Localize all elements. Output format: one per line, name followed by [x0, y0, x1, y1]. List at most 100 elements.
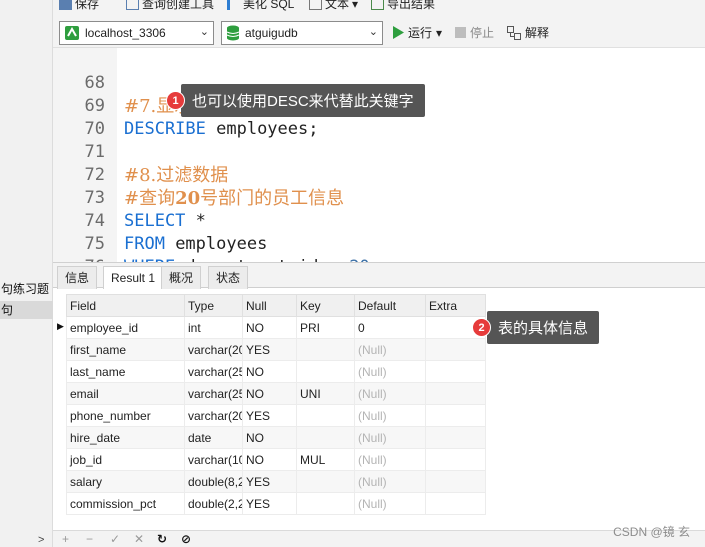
run-button[interactable]: 运行 ▾	[392, 24, 442, 41]
text-button[interactable]: 文本 ▾	[309, 0, 358, 12]
table-cell[interactable]: varchar(20)	[184, 338, 243, 361]
column-header[interactable]: Key	[296, 294, 355, 317]
sidebar-item-selected[interactable]: 句	[0, 301, 53, 319]
table-cell[interactable]: NO	[242, 382, 297, 405]
add-record-icon[interactable]: +	[62, 531, 69, 547]
table-cell[interactable]: commission_pct	[66, 492, 185, 515]
table-cell[interactable]: (Null)	[354, 448, 426, 471]
table-cell[interactable]: (Null)	[354, 338, 426, 361]
expand-arrow-icon[interactable]: >	[38, 534, 44, 546]
table-cell[interactable]: PRI	[296, 316, 355, 339]
tab-status[interactable]: 状态	[208, 266, 249, 289]
table-cell[interactable]: (Null)	[354, 426, 426, 449]
table-cell[interactable]	[425, 448, 486, 471]
text-label: 文本	[325, 0, 350, 11]
sidebar-item-exercise[interactable]: 句练习题	[0, 280, 53, 297]
table-cell[interactable]: job_id	[66, 448, 185, 471]
annotation-number: 1	[166, 91, 185, 110]
database-select[interactable]: atguigudb ⌄	[221, 21, 383, 45]
annotation-text: 也可以使用DESC来代替此关键字	[181, 84, 425, 117]
table-row[interactable]: phone_numbervarchar(20)YES (Null)	[66, 404, 486, 427]
table-cell[interactable]: 0	[354, 316, 426, 339]
refresh-icon[interactable]: ↻	[157, 531, 167, 547]
table-cell[interactable]: first_name	[66, 338, 185, 361]
column-header[interactable]: Default	[354, 294, 426, 317]
tab-overview[interactable]: 概况	[161, 266, 202, 289]
table-cell[interactable]	[296, 492, 355, 515]
apply-changes-icon[interactable]: ✓	[110, 531, 120, 547]
table-row[interactable]: employee_id int NO PRI 0	[66, 316, 486, 339]
tab-result-1[interactable]: Result 1	[103, 266, 164, 290]
table-cell[interactable]: varchar(25)	[184, 382, 243, 405]
table-cell[interactable]: salary	[66, 470, 185, 493]
delete-record-icon[interactable]: −	[86, 531, 93, 547]
table-cell[interactable]: varchar(10)	[184, 448, 243, 471]
table-cell[interactable]: YES	[242, 404, 297, 427]
current-row-indicator-icon: ▶	[57, 321, 64, 331]
chevron-down-icon: ⌄	[199, 26, 209, 38]
query-builder-button[interactable]: 查询创建工具	[126, 0, 214, 12]
stop-icon[interactable]: ⊘	[181, 531, 191, 547]
table-row[interactable]: salarydouble(8,2)YES (Null)	[66, 470, 486, 493]
column-header[interactable]: Field	[66, 294, 185, 317]
table-cell[interactable]	[296, 338, 355, 361]
table-row[interactable]: last_namevarchar(25)NO (Null)	[66, 360, 486, 383]
table-cell[interactable]	[296, 404, 355, 427]
table-cell[interactable]: (Null)	[354, 492, 426, 515]
table-row[interactable]: commission_pctdouble(2,2)YES (Null)	[66, 492, 486, 515]
connection-select[interactable]: localhost_3306 ⌄	[59, 21, 214, 45]
table-cell[interactable]: double(2,2)	[184, 492, 243, 515]
save-button[interactable]: 保存	[59, 0, 99, 12]
table-cell[interactable]: employee_id	[66, 316, 185, 339]
table-cell[interactable]	[296, 426, 355, 449]
grid-bottom-toolbar: + − ✓ ✕ ↻ ⊘	[53, 530, 705, 547]
table-cell[interactable]: varchar(25)	[184, 360, 243, 383]
sql-editor[interactable]: 68 #7.显示表的结构 69 DESCRIBE employees; 70 7…	[53, 48, 705, 277]
table-cell[interactable]: (Null)	[354, 404, 426, 427]
table-cell[interactable]: varchar(20)	[184, 404, 243, 427]
table-cell[interactable]: (Null)	[354, 360, 426, 383]
table-cell[interactable]: NO	[242, 426, 297, 449]
table-cell[interactable]: (Null)	[354, 470, 426, 493]
table-cell[interactable]: NO	[242, 316, 297, 339]
table-cell[interactable]	[425, 382, 486, 405]
table-cell[interactable]: YES	[242, 492, 297, 515]
table-row[interactable]: job_idvarchar(10)NOMUL(Null)	[66, 448, 486, 471]
table-row[interactable]: emailvarchar(25)NOUNI(Null)	[66, 382, 486, 405]
run-dropdown-icon[interactable]: ▾	[436, 26, 442, 40]
table-cell[interactable]	[425, 426, 486, 449]
table-cell[interactable]: YES	[242, 338, 297, 361]
table-row[interactable]: hire_date date NO (Null)	[66, 426, 486, 449]
table-cell[interactable]: MUL	[296, 448, 355, 471]
code-line: 75 WHERE department_id = 20;	[53, 210, 705, 277]
table-cell[interactable]: NO	[242, 360, 297, 383]
table-cell[interactable]: YES	[242, 470, 297, 493]
table-cell[interactable]: phone_number	[66, 404, 185, 427]
table-cell[interactable]: int	[184, 316, 243, 339]
table-cell[interactable]	[425, 470, 486, 493]
table-cell[interactable]	[425, 492, 486, 515]
table-cell[interactable]: email	[66, 382, 185, 405]
column-header[interactable]: Null	[242, 294, 297, 317]
explain-icon	[507, 25, 521, 40]
tab-info[interactable]: 信息	[57, 266, 98, 289]
table-cell[interactable]: NO	[242, 448, 297, 471]
table-cell[interactable]: (Null)	[354, 382, 426, 405]
export-result-button[interactable]: 导出结果	[371, 0, 435, 12]
table-cell[interactable]: date	[184, 426, 243, 449]
database-label: atguigudb	[245, 26, 298, 40]
table-row[interactable]: first_namevarchar(20)YES (Null)	[66, 338, 486, 361]
column-header[interactable]: Type	[184, 294, 243, 317]
table-cell[interactable]	[425, 360, 486, 383]
table-cell[interactable]	[296, 470, 355, 493]
table-cell[interactable]	[425, 404, 486, 427]
table-cell[interactable]	[296, 360, 355, 383]
beautify-sql-button[interactable]: 美化 SQL	[227, 0, 294, 12]
stop-button[interactable]: 停止	[455, 24, 494, 41]
table-cell[interactable]: UNI	[296, 382, 355, 405]
table-cell[interactable]: last_name	[66, 360, 185, 383]
explain-button[interactable]: 解释	[507, 24, 549, 41]
discard-changes-icon[interactable]: ✕	[134, 531, 144, 547]
table-cell[interactable]: double(8,2)	[184, 470, 243, 493]
table-cell[interactable]: hire_date	[66, 426, 185, 449]
